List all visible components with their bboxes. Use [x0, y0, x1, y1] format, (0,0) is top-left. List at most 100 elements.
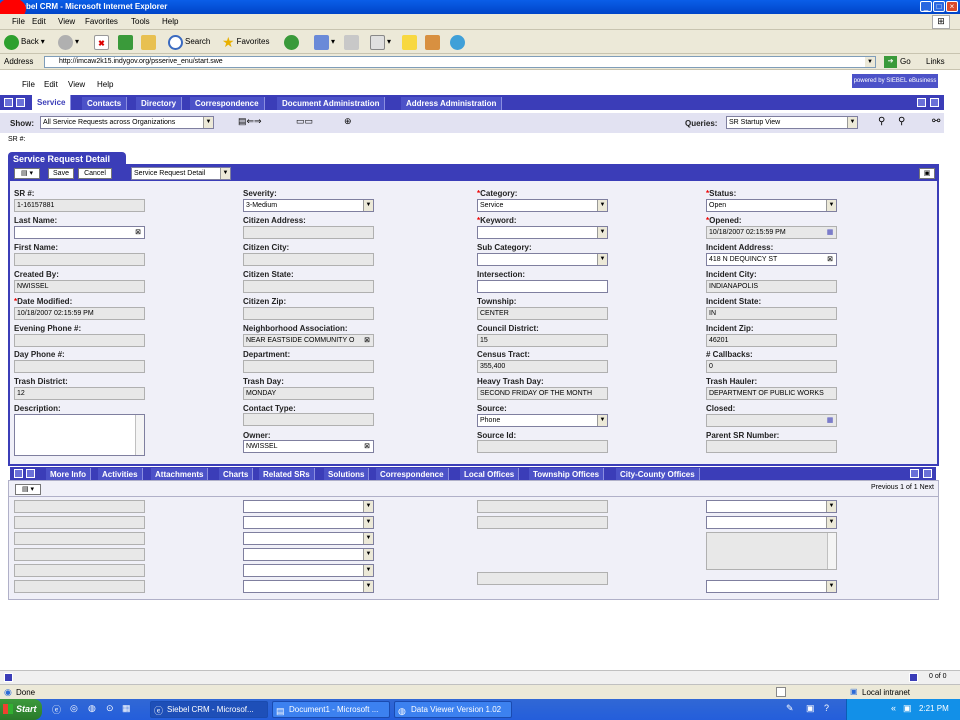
tray-pen-icon[interactable]: ✎ — [786, 703, 794, 714]
tab-prev-icon[interactable] — [917, 98, 926, 107]
save-button[interactable]: Save — [48, 168, 74, 179]
page-next-icon[interactable] — [909, 673, 918, 682]
research-button[interactable] — [425, 34, 440, 50]
favorites-button[interactable]: ★ Favorites — [222, 34, 269, 50]
query-new-icon[interactable]: ⚲ — [898, 116, 905, 127]
search-button[interactable]: Search — [168, 34, 210, 50]
minimize-button[interactable]: _ — [920, 1, 932, 12]
category-select[interactable]: Service ▼ — [477, 199, 608, 212]
quicklaunch-apps-icon[interactable]: ▦ — [122, 703, 131, 714]
ie-menu-view[interactable]: View — [58, 17, 75, 26]
tab-contacts[interactable]: Contacts — [82, 97, 128, 110]
go-arrow-icon[interactable]: ➔ — [884, 56, 897, 68]
list-cell[interactable]: ▼ — [706, 516, 837, 529]
list-cell[interactable]: ▼ — [706, 580, 837, 593]
list-cell[interactable]: ▼ — [243, 548, 374, 561]
tab-next-icon[interactable] — [930, 98, 939, 107]
incident-address-field[interactable]: 418 N DEQUINCY ST ⊠ — [706, 253, 837, 266]
subtab-prev-icon[interactable] — [910, 469, 919, 478]
quicklaunch-media-icon[interactable]: ⊙ — [106, 703, 114, 714]
list-pager[interactable]: Previous 1 of 1 Next — [871, 484, 934, 491]
quicklaunch-ie-icon[interactable]: ⓔ — [52, 703, 61, 716]
print-button[interactable] — [344, 34, 359, 50]
ie-menu-file[interactable]: File — [12, 17, 25, 26]
quicklaunch-outlook-icon[interactable]: ◎ — [70, 703, 78, 714]
sub-category-select[interactable]: ▼ — [477, 253, 608, 266]
list-cell[interactable]: ▼ — [243, 532, 374, 545]
tab-directory[interactable]: Directory — [136, 97, 183, 110]
app-menu-file[interactable]: File — [22, 80, 35, 89]
last-name-field[interactable]: ⊠ — [14, 226, 145, 239]
keyword-select[interactable]: ▼ — [477, 226, 608, 239]
tab-scroll-left-icon[interactable] — [4, 98, 13, 107]
list-cell[interactable]: ▼ — [706, 500, 837, 513]
tray-expand-icon[interactable]: « — [891, 703, 896, 713]
address-dropdown-icon[interactable]: ▼ — [865, 57, 875, 67]
close-button[interactable]: × — [946, 1, 958, 12]
query-search-icon[interactable]: ⚲ — [878, 116, 885, 127]
severity-select[interactable]: 3-Medium ▼ — [243, 199, 374, 212]
maximize-button[interactable]: □ — [933, 1, 945, 12]
ie-menu-edit[interactable]: Edit — [32, 17, 46, 26]
links-button[interactable]: Links — [926, 57, 945, 66]
pick-icon[interactable]: ⊠ — [133, 227, 143, 238]
list-textarea[interactable] — [706, 532, 837, 570]
start-button[interactable]: Start — [0, 699, 42, 720]
subtab-scroll-left-icon[interactable] — [14, 469, 23, 478]
page-prev-icon[interactable] — [4, 673, 13, 682]
status-select[interactable]: Open ▼ — [706, 199, 837, 212]
tray-app-icon[interactable]: ▣ — [806, 703, 815, 714]
app-menu-help[interactable]: Help — [97, 80, 113, 89]
form-layout-icon[interactable]: ▣ — [919, 168, 935, 179]
globe-icon[interactable]: ⊕ — [344, 116, 352, 127]
intersection-field[interactable] — [477, 280, 608, 293]
task-document1[interactable]: ▤ Document1 - Microsoft ... — [272, 701, 390, 718]
source-select[interactable]: Phone ▼ — [477, 414, 608, 427]
owner-field[interactable]: NWISSEL ⊠ — [243, 440, 374, 453]
calendar-icon[interactable]: ▦ — [825, 227, 835, 238]
mail-button[interactable]: ▾ — [314, 34, 335, 50]
app-menu-view[interactable]: View — [68, 80, 85, 89]
pick-icon[interactable]: ⊠ — [362, 335, 372, 346]
list-textarea-scrollbar[interactable] — [827, 533, 836, 569]
queries-select[interactable]: SR Startup View ▼ — [726, 116, 858, 129]
tray-help-icon[interactable]: ? — [824, 703, 829, 713]
view-select[interactable]: Service Request Detail ▼ — [131, 167, 231, 180]
subtab-next-icon[interactable] — [923, 469, 932, 478]
app-menu-edit[interactable]: Edit — [44, 80, 58, 89]
record-nav-icons[interactable]: ▤⇐⇒ — [238, 116, 278, 129]
subtab-scroll-right-icon[interactable] — [26, 469, 35, 478]
edit-button[interactable]: ▾ — [370, 34, 391, 50]
notes-button[interactable] — [402, 34, 417, 50]
tab-service[interactable]: Service — [32, 95, 72, 110]
home-button[interactable] — [141, 34, 156, 50]
list-cell[interactable]: ▼ — [243, 500, 374, 513]
stop-button[interactable]: ✖ — [94, 34, 109, 50]
ie-menu-help[interactable]: Help — [162, 17, 178, 26]
tab-correspondence[interactable]: Correspondence — [190, 97, 265, 110]
task-siebel-crm[interactable]: ⓔ Siebel CRM - Microsof... — [150, 701, 268, 718]
task-data-viewer[interactable]: ◍ Data Viewer Version 1.02 — [394, 701, 512, 718]
pick-icon[interactable]: ⊠ — [362, 441, 372, 452]
pick-icon[interactable]: ⊠ — [825, 254, 835, 265]
messenger-button[interactable] — [450, 34, 465, 50]
binoculars-icon[interactable]: ⚯ — [932, 116, 940, 127]
go-button[interactable]: Go — [900, 57, 911, 66]
show-select[interactable]: All Service Requests across Organization… — [40, 116, 214, 129]
ie-menu-tools[interactable]: Tools — [131, 17, 150, 26]
list-cell[interactable]: ▼ — [243, 580, 374, 593]
history-button[interactable] — [284, 34, 299, 50]
list-menu-button[interactable]: ▤ ▾ — [15, 484, 41, 495]
list-cell[interactable]: ▼ — [243, 516, 374, 529]
refresh-button[interactable] — [118, 34, 133, 50]
list-cell[interactable]: ▼ — [243, 564, 374, 577]
description-scrollbar[interactable] — [135, 415, 144, 455]
address-input[interactable]: http://imcaw2k15.indygov.org/psserive_en… — [44, 56, 876, 68]
ie-menu-favorites[interactable]: Favorites — [85, 17, 118, 26]
back-button[interactable]: Back ▾ — [4, 34, 45, 50]
tab-document-administration[interactable]: Document Administration — [277, 97, 386, 110]
form-menu-button[interactable]: ▤ ▾ — [14, 168, 40, 179]
description-textarea[interactable] — [14, 414, 145, 456]
tab-address-administration[interactable]: Address Administration — [401, 97, 503, 110]
quicklaunch-browser-icon[interactable]: ◍ — [88, 703, 96, 714]
